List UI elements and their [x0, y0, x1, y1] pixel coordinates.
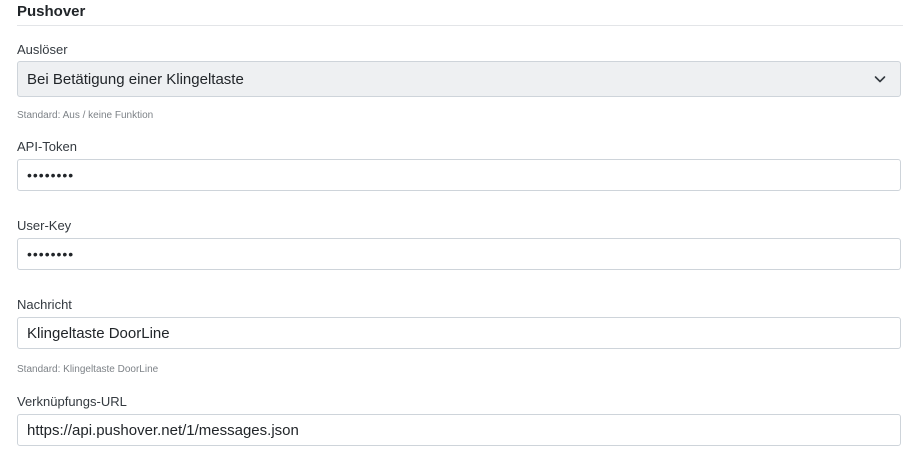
chevron-down-icon: [874, 76, 886, 83]
user-key-input[interactable]: ••••••••: [17, 238, 901, 270]
api-token-label: API-Token: [17, 139, 77, 154]
api-token-value: ••••••••: [27, 167, 75, 183]
trigger-select[interactable]: Bei Betätigung einer Klingeltaste: [17, 61, 901, 97]
user-key-label: User-Key: [17, 218, 72, 233]
section-title: Pushover: [17, 3, 86, 20]
section-divider: [17, 25, 903, 26]
trigger-label: Auslöser: [17, 42, 68, 57]
api-token-input[interactable]: ••••••••: [17, 159, 901, 191]
trigger-selected-value: Bei Betätigung einer Klingeltaste: [27, 70, 244, 88]
message-input[interactable]: Klingeltaste DoorLine: [17, 317, 901, 349]
link-url-value: https://api.pushover.net/1/messages.json: [27, 421, 299, 439]
link-url-input[interactable]: https://api.pushover.net/1/messages.json: [17, 414, 901, 446]
link-url-label: Verknüpfungs-URL: [17, 394, 127, 409]
message-label: Nachricht: [17, 297, 72, 312]
message-value: Klingeltaste DoorLine: [27, 324, 170, 342]
message-hint: Standard: Klingeltaste DoorLine: [17, 364, 159, 375]
user-key-value: ••••••••: [27, 246, 75, 262]
trigger-hint: Standard: Aus / keine Funktion: [17, 110, 154, 121]
